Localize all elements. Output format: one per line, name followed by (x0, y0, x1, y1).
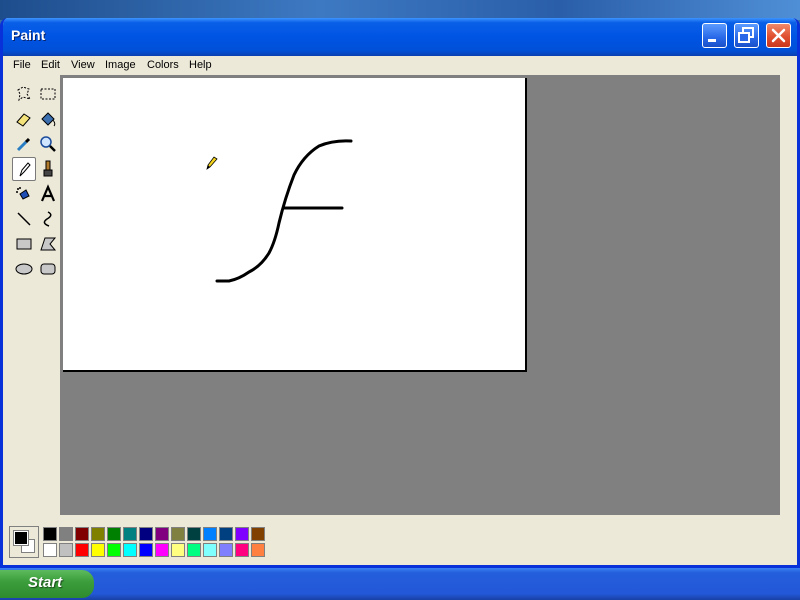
color-swatch[interactable] (43, 543, 57, 557)
current-colors-indicator[interactable] (9, 526, 39, 558)
airbrush-tool[interactable] (12, 182, 36, 206)
ellipse-tool[interactable] (12, 257, 36, 281)
curve-tool[interactable] (36, 207, 60, 231)
color-swatch[interactable] (187, 543, 201, 557)
brush-tool[interactable] (36, 157, 60, 181)
toolbox (8, 80, 60, 295)
airbrush-icon (16, 187, 30, 200)
minimize-button[interactable] (702, 23, 727, 48)
color-swatch[interactable] (59, 543, 73, 557)
color-swatch[interactable] (171, 527, 185, 541)
start-label: Start (28, 574, 63, 591)
restore-button[interactable] (734, 23, 759, 48)
rounded-rectangle-tool[interactable] (36, 257, 60, 281)
curve-icon (43, 211, 52, 227)
minimize-icon (708, 39, 716, 42)
color-swatch[interactable] (107, 543, 121, 557)
eraser-tool[interactable] (12, 107, 36, 131)
select-tool[interactable] (36, 82, 60, 106)
polygon-tool[interactable] (36, 232, 60, 256)
drawing-canvas[interactable] (63, 78, 527, 372)
line-tool[interactable] (12, 207, 36, 231)
window-title: Paint (11, 27, 46, 43)
color-swatch[interactable] (251, 527, 265, 541)
polygon-icon (40, 237, 57, 251)
color-swatch[interactable] (139, 543, 153, 557)
fill-with-color-tool[interactable] (36, 107, 60, 131)
canvas-drawing (206, 139, 353, 283)
menu-image[interactable]: Image (105, 59, 136, 71)
color-swatch[interactable] (219, 527, 233, 541)
menu-colors[interactable]: Colors (147, 59, 179, 71)
color-swatch[interactable] (91, 543, 105, 557)
magnifier-icon (40, 136, 56, 152)
menu-view[interactable]: View (71, 59, 95, 71)
foreground-color-swatch[interactable] (13, 530, 29, 546)
color-swatch[interactable] (59, 527, 73, 541)
restore-icon (738, 27, 754, 43)
color-swatch[interactable] (139, 527, 153, 541)
magnifier-tool[interactable] (36, 132, 60, 156)
paint-bucket-icon (41, 112, 56, 127)
pick-color-tool[interactable] (12, 132, 36, 156)
color-swatch[interactable] (203, 527, 217, 541)
color-swatch[interactable] (123, 543, 137, 557)
eyedropper-icon (16, 137, 31, 152)
color-swatch[interactable] (187, 527, 201, 541)
color-swatch[interactable] (75, 543, 89, 557)
ellipse-icon (15, 263, 33, 275)
color-palette (9, 526, 279, 562)
color-swatch[interactable] (155, 543, 169, 557)
line-icon (17, 212, 31, 226)
color-swatch[interactable] (171, 543, 185, 557)
color-swatch[interactable] (43, 527, 57, 541)
title-bar[interactable]: Paint (3, 18, 797, 56)
pencil-tool[interactable] (12, 157, 36, 181)
desktop-background (0, 0, 800, 20)
color-swatch[interactable] (203, 543, 217, 557)
rectangle-icon (16, 238, 32, 250)
color-swatch[interactable] (251, 543, 265, 557)
canvas-workspace (60, 75, 780, 515)
color-swatch[interactable] (75, 527, 89, 541)
close-button[interactable] (766, 23, 791, 48)
rectangle-select-icon (40, 88, 56, 100)
color-swatch[interactable] (235, 543, 249, 557)
text-icon (40, 184, 56, 202)
taskbar: Start (0, 568, 800, 600)
color-swatch[interactable] (91, 527, 105, 541)
drawn-stroke-curve (215, 139, 353, 283)
menu-edit[interactable]: Edit (41, 59, 60, 71)
eraser-icon (16, 113, 31, 127)
start-button[interactable]: Start (0, 570, 94, 598)
free-form-select-tool[interactable] (12, 82, 36, 106)
pencil-icon (19, 162, 31, 177)
color-swatch[interactable] (107, 527, 121, 541)
close-icon (771, 28, 786, 43)
color-swatch[interactable] (155, 527, 169, 541)
rectangle-tool[interactable] (12, 232, 36, 256)
menu-bar: File Edit View Image Colors Help (3, 56, 797, 75)
rounded-rectangle-icon (40, 263, 56, 275)
color-swatch[interactable] (219, 543, 233, 557)
brush-icon (43, 160, 53, 177)
color-swatch[interactable] (123, 527, 137, 541)
paint-window: Paint File Edit View Image Colors Help (0, 18, 800, 568)
menu-file[interactable]: File (13, 59, 31, 71)
color-swatch[interactable] (235, 527, 249, 541)
text-tool[interactable] (36, 182, 60, 206)
free-form-select-icon (17, 86, 32, 102)
menu-help[interactable]: Help (189, 59, 212, 71)
pencil-cursor-icon (206, 156, 218, 170)
